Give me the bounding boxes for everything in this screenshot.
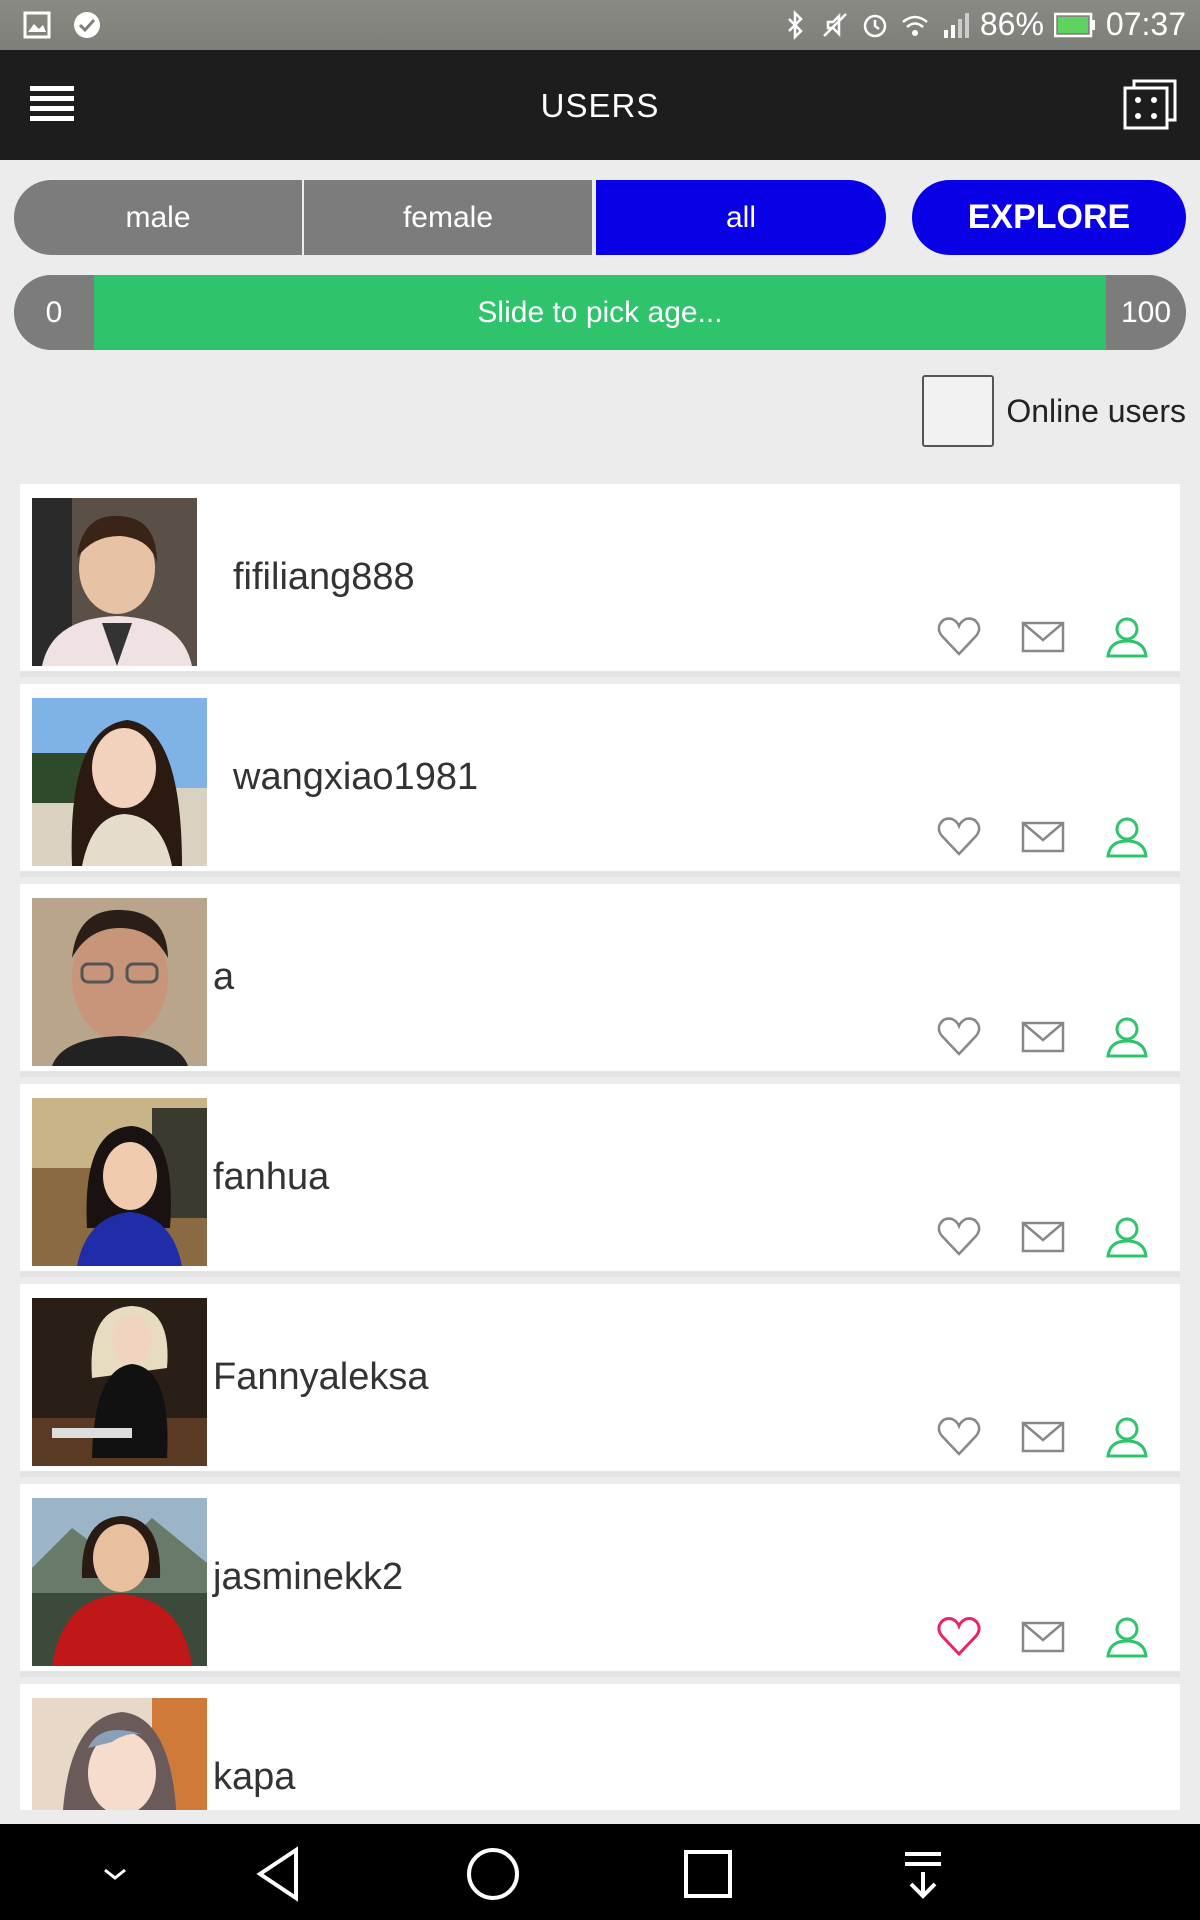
- heart-icon[interactable]: [936, 1214, 982, 1260]
- avatar[interactable]: [32, 898, 207, 1066]
- back-icon[interactable]: [250, 1844, 310, 1904]
- online-users-label: Online users: [1006, 392, 1186, 429]
- mail-icon[interactable]: [1020, 814, 1066, 860]
- online-users-filter[interactable]: Online users: [922, 375, 1186, 447]
- mail-icon[interactable]: [1020, 1614, 1066, 1660]
- user-list[interactable]: fifiliang888 wangxiao1981 a fanhua Fanny…: [20, 484, 1180, 1810]
- username[interactable]: a: [213, 956, 234, 999]
- check-notification-icon: [74, 12, 100, 38]
- mute-icon: [822, 12, 847, 37]
- user-card[interactable]: fanhua: [20, 1084, 1180, 1277]
- age-slider-label: Slide to pick age...: [477, 295, 723, 329]
- clock: 07:37: [1105, 6, 1186, 42]
- filter-female-button[interactable]: female: [304, 180, 592, 255]
- grid-view-icon[interactable]: [1122, 78, 1178, 132]
- mail-icon[interactable]: [1020, 1014, 1066, 1060]
- mail-icon[interactable]: [1020, 1214, 1066, 1260]
- filter-all-button[interactable]: all: [596, 180, 886, 255]
- username[interactable]: kapa: [213, 1756, 295, 1799]
- avatar[interactable]: [32, 498, 197, 666]
- user-card[interactable]: wangxiao1981: [20, 684, 1180, 877]
- chevron-down-icon[interactable]: [85, 1844, 145, 1904]
- user-card[interactable]: jasminekk2: [20, 1484, 1180, 1677]
- username[interactable]: wangxiao1981: [233, 756, 478, 799]
- gallery-notification-icon: [23, 11, 51, 39]
- username[interactable]: Fannyaleksa: [213, 1356, 428, 1399]
- user-icon[interactable]: [1104, 1014, 1150, 1060]
- page-title: USERS: [540, 87, 660, 124]
- user-icon[interactable]: [1104, 1614, 1150, 1660]
- username[interactable]: fanhua: [213, 1156, 329, 1199]
- wifi-icon: [902, 15, 928, 36]
- avatar[interactable]: [32, 1098, 207, 1266]
- user-icon[interactable]: [1104, 814, 1150, 860]
- heart-icon[interactable]: [936, 614, 982, 660]
- system-nav-bar: [0, 1824, 1200, 1920]
- explore-button[interactable]: EXPLORE: [912, 180, 1186, 255]
- alarm-icon: [863, 14, 887, 37]
- heart-icon[interactable]: [936, 1414, 982, 1460]
- user-card[interactable]: fifiliang888: [20, 484, 1180, 677]
- filter-male-button[interactable]: male: [14, 180, 302, 255]
- avatar[interactable]: [32, 1298, 207, 1466]
- battery-icon: [1053, 12, 1095, 37]
- heart-icon[interactable]: [936, 814, 982, 860]
- home-icon[interactable]: [463, 1844, 523, 1904]
- user-icon[interactable]: [1104, 1214, 1150, 1260]
- online-users-checkbox[interactable]: [922, 375, 995, 447]
- user-card[interactable]: Fannyaleksa: [20, 1284, 1180, 1477]
- status-bar: 86% 07:37: [0, 0, 1200, 50]
- avatar[interactable]: [32, 1698, 207, 1810]
- avatar[interactable]: [32, 698, 207, 866]
- user-icon[interactable]: [1104, 1414, 1150, 1460]
- age-min-handle[interactable]: 0: [14, 275, 94, 350]
- signal-icon: [943, 12, 969, 38]
- user-card[interactable]: a: [20, 884, 1180, 1077]
- avatar[interactable]: [32, 1498, 207, 1666]
- username[interactable]: fifiliang888: [233, 556, 415, 599]
- mail-icon[interactable]: [1020, 1414, 1066, 1460]
- user-card[interactable]: kapa: [20, 1684, 1180, 1810]
- notification-pull-icon[interactable]: [893, 1844, 953, 1904]
- username[interactable]: jasminekk2: [213, 1556, 403, 1599]
- age-max-handle[interactable]: 100: [1106, 275, 1186, 350]
- user-icon[interactable]: [1104, 614, 1150, 660]
- heart-icon[interactable]: [936, 1614, 982, 1660]
- age-range-slider[interactable]: Slide to pick age... 0 100: [14, 275, 1186, 350]
- heart-icon[interactable]: [936, 1014, 982, 1060]
- bluetooth-icon: [787, 9, 803, 40]
- mail-icon[interactable]: [1020, 614, 1066, 660]
- battery-percent: 86%: [979, 6, 1044, 42]
- app-bar: USERS: [0, 50, 1200, 160]
- recent-apps-icon[interactable]: [678, 1844, 738, 1904]
